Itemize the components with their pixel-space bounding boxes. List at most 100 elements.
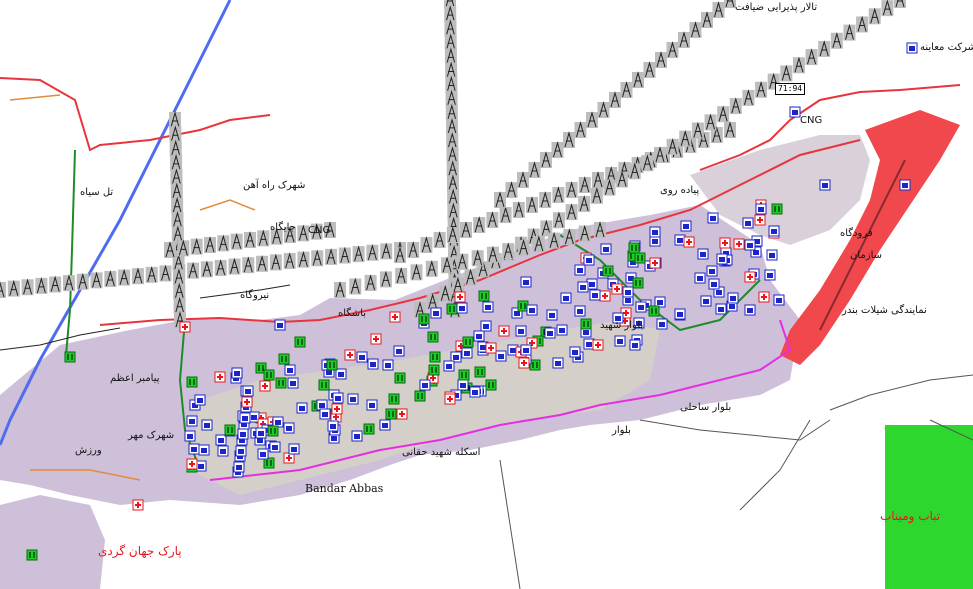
hospital-icon[interactable] (599, 290, 611, 302)
school-icon[interactable] (443, 360, 455, 372)
school-icon[interactable] (544, 327, 556, 339)
school-icon[interactable] (239, 412, 251, 424)
school-icon[interactable] (201, 419, 213, 431)
hospital-icon[interactable] (518, 357, 530, 369)
school-icon[interactable] (495, 350, 507, 362)
bank-icon[interactable] (634, 252, 646, 264)
school-icon[interactable] (184, 430, 196, 442)
school-icon[interactable] (899, 179, 911, 191)
school-icon[interactable] (708, 278, 720, 290)
school-icon[interactable] (706, 265, 718, 277)
school-icon[interactable] (716, 253, 728, 265)
bank-icon[interactable] (628, 242, 640, 254)
school-icon[interactable] (768, 225, 780, 237)
school-icon[interactable] (255, 427, 267, 439)
bank-icon[interactable] (458, 369, 470, 381)
school-icon[interactable] (622, 286, 634, 298)
school-icon[interactable] (393, 345, 405, 357)
hospital-icon[interactable] (454, 291, 466, 303)
school-icon[interactable] (186, 415, 198, 427)
school-icon[interactable] (526, 304, 538, 316)
hospital-icon[interactable] (733, 238, 745, 250)
school-icon[interactable] (520, 276, 532, 288)
school-icon[interactable] (194, 394, 206, 406)
hospital-icon[interactable] (344, 349, 356, 361)
bank-icon[interactable] (275, 377, 287, 389)
school-icon[interactable] (482, 301, 494, 313)
hospital-icon[interactable] (649, 257, 661, 269)
school-icon[interactable] (707, 212, 719, 224)
school-icon[interactable] (274, 319, 286, 331)
bank-icon[interactable] (224, 424, 236, 436)
bank-icon[interactable] (394, 372, 406, 384)
bank-icon[interactable] (318, 379, 330, 391)
school-icon[interactable] (906, 42, 918, 54)
bank-icon[interactable] (446, 303, 458, 315)
school-icon[interactable] (649, 226, 661, 238)
school-icon[interactable] (242, 385, 254, 397)
school-icon[interactable] (287, 377, 299, 389)
school-icon[interactable] (379, 419, 391, 431)
hospital-icon[interactable] (259, 380, 271, 392)
bank-icon[interactable] (26, 549, 38, 561)
bank-icon[interactable] (278, 353, 290, 365)
school-icon[interactable] (656, 318, 668, 330)
school-icon[interactable] (367, 358, 379, 370)
school-icon[interactable] (697, 248, 709, 260)
school-icon[interactable] (456, 302, 468, 314)
school-icon[interactable] (629, 339, 641, 351)
hospital-icon[interactable] (754, 214, 766, 226)
school-icon[interactable] (600, 243, 612, 255)
bank-icon[interactable] (414, 390, 426, 402)
hospital-icon[interactable] (611, 283, 623, 295)
school-icon[interactable] (257, 448, 269, 460)
school-icon[interactable] (764, 269, 776, 281)
bank-icon[interactable] (186, 376, 198, 388)
hospital-icon[interactable] (214, 371, 226, 383)
school-icon[interactable] (188, 443, 200, 455)
hospital-icon[interactable] (179, 321, 191, 333)
school-icon[interactable] (198, 444, 210, 456)
bank-icon[interactable] (771, 203, 783, 215)
bank-icon[interactable] (428, 364, 440, 376)
bank-icon[interactable] (267, 425, 279, 437)
bank-icon[interactable] (385, 408, 397, 420)
school-icon[interactable] (520, 344, 532, 356)
school-icon[interactable] (560, 292, 572, 304)
school-icon[interactable] (727, 292, 739, 304)
hospital-icon[interactable] (744, 271, 756, 283)
school-icon[interactable] (515, 325, 527, 337)
hospital-icon[interactable] (132, 499, 144, 511)
hospital-icon[interactable] (719, 237, 731, 249)
school-icon[interactable] (556, 324, 568, 336)
bank-icon[interactable] (418, 313, 430, 325)
school-icon[interactable] (614, 335, 626, 347)
bank-icon[interactable] (427, 331, 439, 343)
school-icon[interactable] (457, 379, 469, 391)
hospital-icon[interactable] (370, 333, 382, 345)
school-icon[interactable] (235, 445, 247, 457)
school-icon[interactable] (351, 430, 363, 442)
school-icon[interactable] (819, 179, 831, 191)
school-icon[interactable] (217, 445, 229, 457)
school-icon[interactable] (577, 281, 589, 293)
hospital-icon[interactable] (498, 325, 510, 337)
bank-icon[interactable] (485, 379, 497, 391)
school-icon[interactable] (283, 422, 295, 434)
hospital-icon[interactable] (592, 339, 604, 351)
school-icon[interactable] (347, 393, 359, 405)
school-icon[interactable] (237, 428, 249, 440)
bank-icon[interactable] (474, 366, 486, 378)
school-icon[interactable] (635, 301, 647, 313)
bank-icon[interactable] (294, 336, 306, 348)
hospital-icon[interactable] (331, 403, 343, 415)
bank-icon[interactable] (263, 369, 275, 381)
hospital-icon[interactable] (485, 342, 497, 354)
school-icon[interactable] (356, 351, 368, 363)
hospital-icon[interactable] (389, 311, 401, 323)
school-icon[interactable] (319, 408, 331, 420)
school-icon[interactable] (773, 294, 785, 306)
school-icon[interactable] (694, 272, 706, 284)
bank-icon[interactable] (648, 305, 660, 317)
school-icon[interactable] (430, 307, 442, 319)
